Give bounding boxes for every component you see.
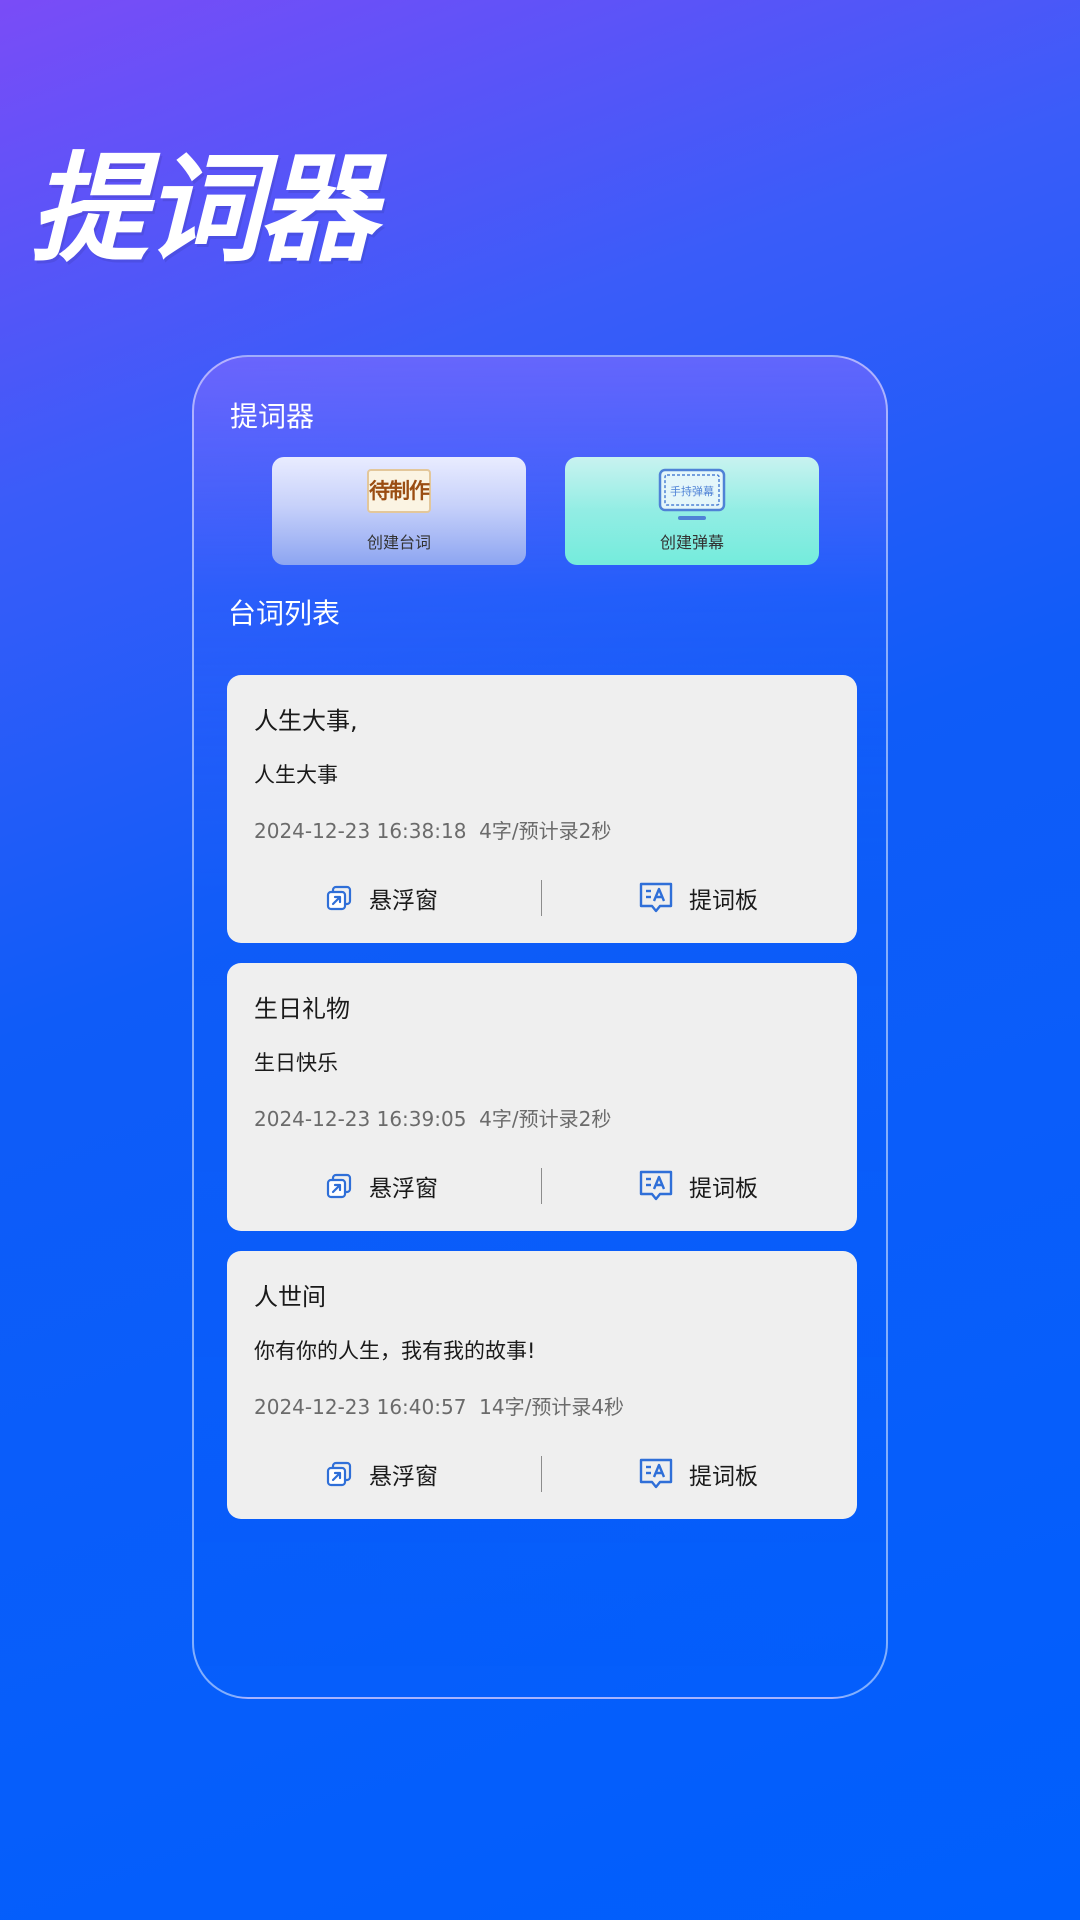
script-title: 人生大事,: [254, 707, 358, 735]
card-divider: [541, 1456, 542, 1492]
float-window-button[interactable]: 悬浮窗: [325, 876, 438, 920]
script-meta: 2024-12-23 16:38:18 4字/预计录2秒: [254, 815, 611, 844]
script-stats: 4字/预计录2秒: [479, 819, 612, 843]
pending-badge-text: 待制作: [367, 469, 431, 513]
pending-badge-icon: 待制作: [367, 469, 431, 513]
float-window-button[interactable]: 悬浮窗: [325, 1452, 438, 1496]
script-list-title: 台词列表: [228, 597, 341, 630]
script-content: 你有你的人生，我有我的故事!: [254, 1339, 536, 1363]
script-meta: 2024-12-23 16:40:57 14字/预计录4秒: [254, 1391, 624, 1420]
card-divider: [541, 1168, 542, 1204]
script-time: 2024-12-23 16:39:05: [254, 1107, 467, 1131]
app-title: 提词器: [230, 400, 315, 433]
script-card[interactable]: 人生大事, 人生大事 2024-12-23 16:38:18 4字/预计录2秒 …: [227, 675, 857, 943]
create-script-button[interactable]: 待制作 创建台词: [272, 457, 526, 565]
create-danmu-button[interactable]: 手持弹幕 创建弹幕: [565, 457, 819, 565]
monitor-icon-text: 手持弹幕: [670, 484, 714, 498]
float-window-icon: [325, 1172, 353, 1200]
float-window-label: 悬浮窗: [369, 888, 438, 914]
script-content: 生日快乐: [254, 1051, 338, 1075]
script-content: 人生大事: [254, 763, 338, 787]
prompt-board-button[interactable]: 提词板: [639, 876, 758, 920]
float-window-icon: [325, 884, 353, 912]
prompt-board-button[interactable]: 提词板: [639, 1164, 758, 1208]
script-meta: 2024-12-23 16:39:05 4字/预计录2秒: [254, 1103, 611, 1132]
float-window-icon: [325, 1460, 353, 1488]
script-card[interactable]: 人世间 你有你的人生，我有我的故事! 2024-12-23 16:40:57 1…: [227, 1251, 857, 1519]
script-time: 2024-12-23 16:40:57: [254, 1395, 467, 1419]
script-stats: 4字/预计录2秒: [479, 1107, 612, 1131]
script-time: 2024-12-23 16:38:18: [254, 819, 467, 843]
script-title: 生日礼物: [254, 995, 350, 1023]
hero-title: 提词器: [30, 140, 376, 278]
prompt-board-button[interactable]: 提词板: [639, 1452, 758, 1496]
prompt-board-label: 提词板: [689, 888, 758, 914]
float-window-label: 悬浮窗: [369, 1176, 438, 1202]
float-window-button[interactable]: 悬浮窗: [325, 1164, 438, 1208]
prompt-board-icon: [639, 1458, 673, 1490]
float-window-label: 悬浮窗: [369, 1464, 438, 1490]
prompt-board-label: 提词板: [689, 1464, 758, 1490]
script-title: 人世间: [254, 1283, 326, 1311]
create-danmu-label: 创建弹幕: [659, 533, 724, 552]
prompt-board-label: 提词板: [689, 1176, 758, 1202]
monitor-icon: 手持弹幕: [657, 467, 727, 529]
card-divider: [541, 880, 542, 916]
prompt-board-icon: [639, 1170, 673, 1202]
script-card[interactable]: 生日礼物 生日快乐 2024-12-23 16:39:05 4字/预计录2秒 悬…: [227, 963, 857, 1231]
create-script-label: 创建台词: [366, 533, 431, 552]
prompt-board-icon: [639, 882, 673, 914]
script-stats: 14字/预计录4秒: [479, 1395, 625, 1419]
app-screen: 提词器 待制作 创建台词 手持弹幕 创建弹幕 台词列表 人生大事, 人生大事 2…: [192, 355, 888, 1699]
